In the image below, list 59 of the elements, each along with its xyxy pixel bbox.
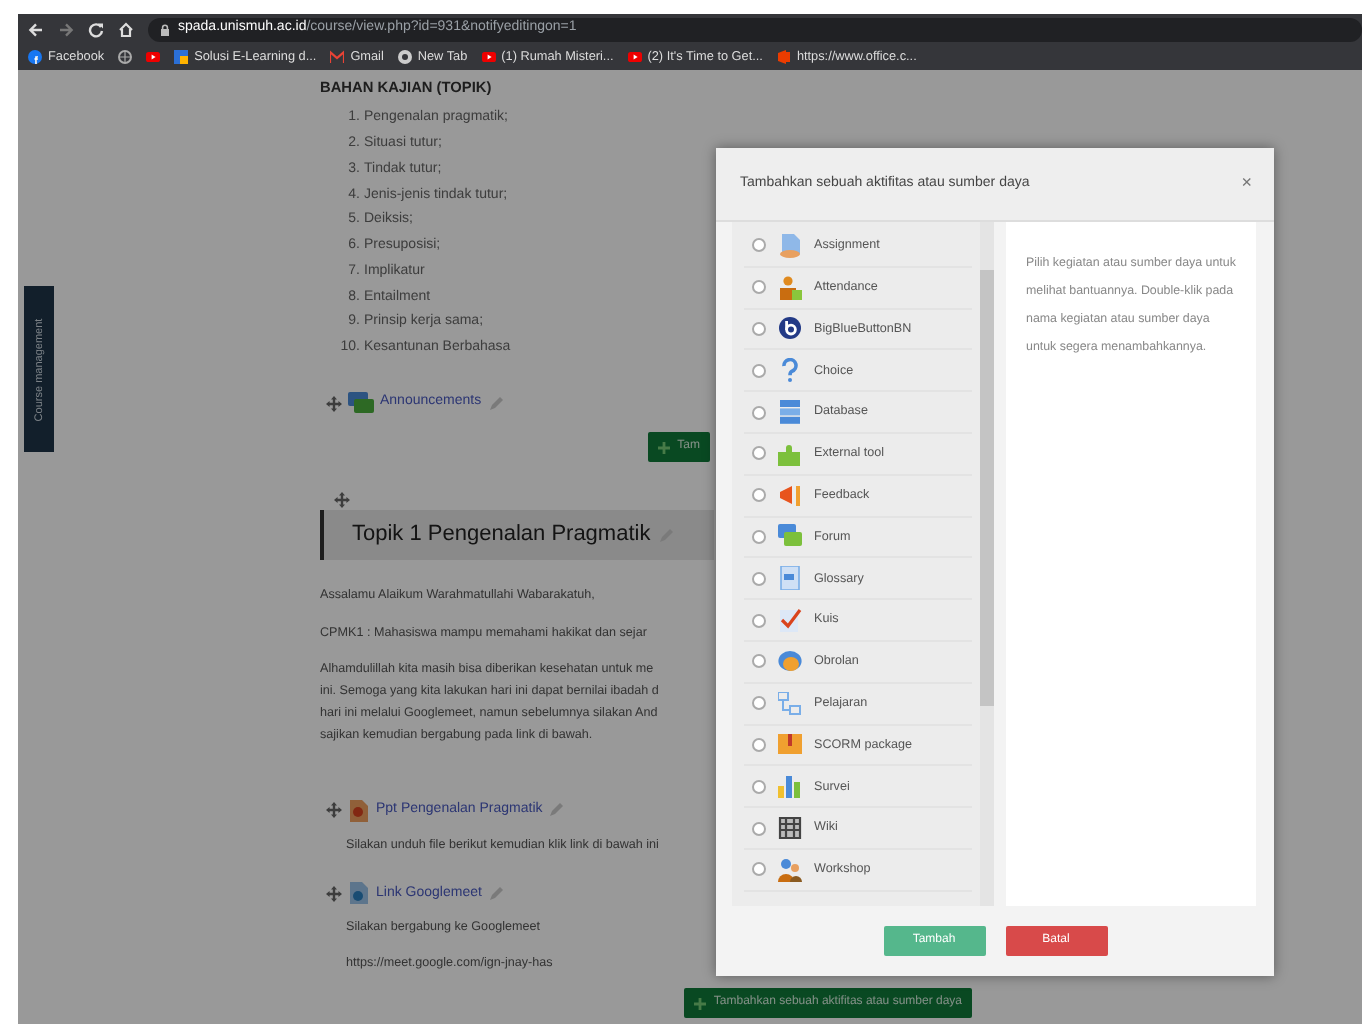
grid-icon <box>778 816 802 841</box>
home-icon[interactable] <box>118 21 134 37</box>
move-icon[interactable] <box>326 802 342 819</box>
radio-button[interactable] <box>752 571 766 586</box>
video-icon <box>481 49 496 64</box>
chat-icon <box>778 524 802 549</box>
video-bookmark-icon[interactable] <box>146 50 161 64</box>
radio-button[interactable] <box>752 779 766 794</box>
radio-button[interactable] <box>752 613 766 628</box>
edit-icon[interactable] <box>487 395 504 412</box>
edit-icon[interactable] <box>548 802 565 819</box>
radio-button[interactable] <box>752 696 766 711</box>
radio-button[interactable] <box>752 446 766 461</box>
flowchart-icon <box>778 691 802 716</box>
document-icon <box>778 233 802 258</box>
radio-button[interactable] <box>752 529 766 544</box>
forward-icon[interactable] <box>58 21 74 37</box>
globe-bookmark-icon[interactable] <box>118 50 133 64</box>
edit-icon[interactable] <box>487 885 504 902</box>
radio-button[interactable] <box>752 238 766 253</box>
mail-icon <box>330 49 345 64</box>
plus-icon <box>693 997 706 1010</box>
circle-icon <box>778 316 802 341</box>
section-title: Topik 1 Pengenalan Pragmatik <box>352 520 651 551</box>
megaphone-icon <box>778 483 802 508</box>
people-icon <box>778 857 802 882</box>
chat-icon <box>348 392 374 415</box>
move-icon[interactable] <box>326 395 342 412</box>
close-button[interactable]: × <box>1241 170 1252 198</box>
radio-button[interactable] <box>752 488 766 503</box>
radio-button[interactable] <box>752 821 766 836</box>
video-icon <box>627 49 642 64</box>
radio-button[interactable] <box>752 654 766 669</box>
radio-button[interactable] <box>752 405 766 420</box>
book-icon <box>778 566 802 591</box>
radio-button[interactable] <box>752 363 766 378</box>
database-icon <box>778 400 802 425</box>
image-icon <box>174 49 189 64</box>
radio-button[interactable] <box>752 321 766 336</box>
move-icon[interactable] <box>334 492 350 509</box>
web-file-icon <box>348 882 370 905</box>
radio-button[interactable] <box>752 862 766 877</box>
scrollbar[interactable] <box>980 222 994 906</box>
bar-chart-icon <box>778 774 802 799</box>
radio-button[interactable] <box>752 737 766 752</box>
person-icon <box>778 275 802 300</box>
question-icon <box>778 358 802 383</box>
reload-icon[interactable] <box>88 21 104 37</box>
back-icon[interactable] <box>28 21 44 37</box>
puzzle-icon <box>778 441 802 466</box>
plus-icon <box>657 441 670 454</box>
package-icon <box>778 732 802 757</box>
move-icon[interactable] <box>326 885 342 902</box>
lock-icon <box>160 23 170 35</box>
speech-bubble-icon <box>778 649 802 674</box>
radio-button[interactable] <box>752 280 766 295</box>
facebook-icon <box>28 49 42 64</box>
checklist-icon <box>778 608 802 633</box>
presentation-file-icon <box>348 799 370 822</box>
